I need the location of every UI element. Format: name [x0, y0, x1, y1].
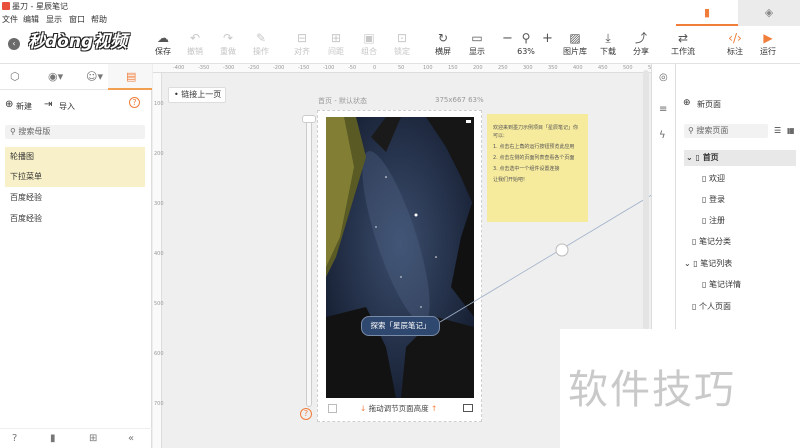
page-item[interactable]: ▯ 个人页面	[692, 299, 731, 315]
page-item[interactable]: ▯ 欢迎	[702, 171, 725, 187]
page-icon: ▯	[692, 302, 699, 311]
new-page-button[interactable]: 新页面	[697, 99, 721, 110]
page-icon: ▯	[702, 216, 709, 225]
page-item[interactable]: ▯ 注册	[702, 213, 725, 229]
page-icon: ▮	[703, 6, 711, 19]
tab-pages[interactable]: ▮	[676, 0, 738, 26]
lightning-icon[interactable]: ϟ	[659, 130, 666, 141]
tab-layers[interactable]: ◈	[738, 0, 800, 26]
page-icon: ▯	[692, 237, 699, 246]
page-item[interactable]: ⌄ ▯ 笔记列表	[684, 256, 732, 272]
page-item[interactable]: ▯ 登录	[702, 192, 725, 208]
watermark-overlay: 软件技巧	[560, 329, 800, 448]
page-search-input[interactable]: ⚲ 搜索页面	[684, 124, 768, 138]
page-item-home[interactable]: ⌄ ▯ 首页	[684, 150, 796, 166]
adjust-icon[interactable]: ≡	[659, 104, 667, 115]
page-icon: ▯	[702, 280, 709, 289]
page-item[interactable]: ▯ 笔记分类	[692, 234, 731, 250]
target-icon[interactable]: ◎	[659, 72, 668, 83]
plus-circle-icon[interactable]: ⊕	[683, 98, 691, 108]
collapse-arrow-icon: ⌄ ▯	[684, 259, 701, 268]
page-icon: ▯	[702, 195, 709, 204]
list-view-icon[interactable]: ☰	[774, 126, 781, 135]
canvas-scrollbar[interactable]	[643, 70, 649, 330]
collapse-arrow-icon: ⌄ ▯	[686, 153, 703, 162]
grid-view-icon[interactable]: ▦	[787, 126, 795, 135]
link-node-icon	[555, 243, 569, 257]
page-icon: ▯	[702, 174, 709, 183]
page-item[interactable]: ▯ 笔记详情	[702, 277, 741, 293]
layers-icon: ◈	[764, 6, 774, 19]
